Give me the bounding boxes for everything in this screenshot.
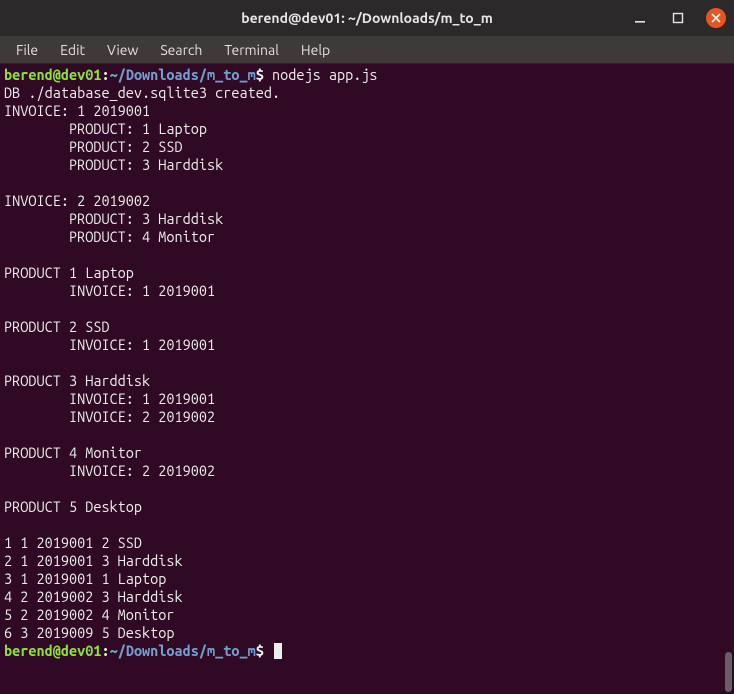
close-icon <box>711 13 721 23</box>
cursor <box>274 643 282 659</box>
prompt-sep-2: : <box>101 642 109 659</box>
scrollbar-thumb[interactable] <box>725 652 732 692</box>
menu-view[interactable]: View <box>97 38 148 62</box>
minimize-icon <box>634 12 646 24</box>
prompt-userhost: berend@dev01 <box>4 66 101 83</box>
menubar: File Edit View Search Terminal Help <box>0 36 734 64</box>
prompt-sigil: $ <box>256 66 264 83</box>
typed-command: nodejs app.js <box>264 66 378 83</box>
prompt-sep: : <box>101 66 109 83</box>
menu-edit[interactable]: Edit <box>50 38 95 62</box>
titlebar: berend@dev01: ~/Downloads/m_to_m <box>0 0 734 36</box>
prompt-path-2: ~/Downloads/m_to_m <box>110 642 256 659</box>
terminal-body[interactable]: berend@dev01:~/Downloads/m_to_m$ nodejs … <box>0 64 734 694</box>
close-button[interactable] <box>706 8 726 28</box>
window-title: berend@dev01: ~/Downloads/m_to_m <box>241 10 493 26</box>
minimize-button[interactable] <box>630 8 650 28</box>
menu-terminal[interactable]: Terminal <box>214 38 289 62</box>
maximize-button[interactable] <box>668 8 688 28</box>
prompt-userhost-2: berend@dev01 <box>4 642 101 659</box>
window-controls <box>630 8 726 28</box>
prompt-sigil-2: $ <box>256 642 264 659</box>
maximize-icon <box>672 12 684 24</box>
menu-search[interactable]: Search <box>150 38 212 62</box>
prompt-path: ~/Downloads/m_to_m <box>110 66 256 83</box>
menu-file[interactable]: File <box>6 38 48 62</box>
menu-help[interactable]: Help <box>291 38 340 62</box>
terminal-output: DB ./database_dev.sqlite3 created. INVOI… <box>4 84 280 641</box>
